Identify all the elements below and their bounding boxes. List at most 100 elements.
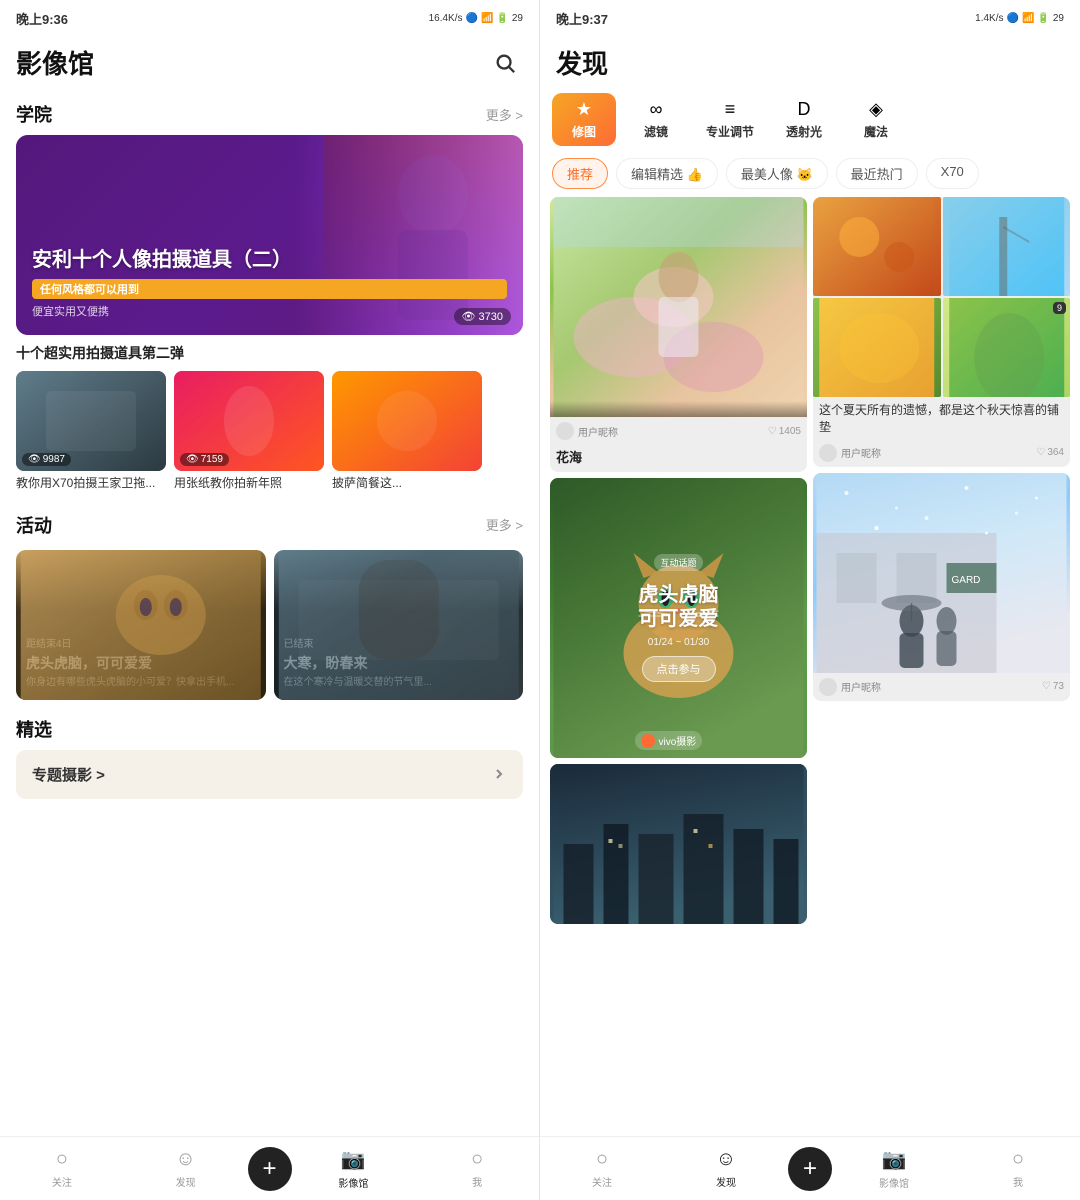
activity-section-header: 活动 更多 > <box>0 500 539 546</box>
activity-grid: 距结束4日 虎头虎脑，可可爱爱 你身边有哪些虎头虎脑的小可爱？快拿出手机... <box>0 546 539 708</box>
flower-username: 用户昵称 <box>578 424 618 439</box>
retouch-label: 修图 <box>572 123 596 140</box>
r-nav-add-button[interactable]: + <box>788 1147 832 1191</box>
filter-tag-recommend[interactable]: 推荐 <box>552 158 608 189</box>
academy-more-link[interactable]: 更多 > <box>486 105 523 124</box>
r-battery-level: 29 <box>1053 13 1064 24</box>
filter-tag-hot[interactable]: 最近热门 <box>836 158 918 189</box>
snow-like-count: 73 <box>1053 681 1064 692</box>
activity-more-link[interactable]: 更多 > <box>486 515 523 534</box>
nav-item-follow[interactable]: ○ 关注 <box>0 1148 124 1189</box>
video-thumb-1: 👁 9987 <box>16 371 166 471</box>
promo-tag: 互动话题 <box>654 554 702 571</box>
masonry-right-col: 9 这个夏天所有的遗憾，都是这个秋天惊喜的铺垫 用户昵称 ♡ 364 <box>813 197 1070 1128</box>
video-grid: 👁 9987 教你用X70拍摄王家卫拖... 👁 7159 <box>0 367 539 500</box>
r-battery-icon: 🔋 <box>1037 13 1049 24</box>
tool-tab-filter[interactable]: ∞ 滤镜 <box>624 93 688 146</box>
r-nav-item-gallery[interactable]: 📷 影像馆 <box>832 1147 956 1190</box>
r-wifi-icon: 📶 <box>1022 13 1034 24</box>
video-subtitle: 十个超实用拍摄道具第二弹 <box>0 335 539 367</box>
add-icon: + <box>262 1155 276 1183</box>
tool-tab-light[interactable]: D 透射光 <box>772 93 836 146</box>
masonry-item-dark-city[interactable] <box>550 764 807 924</box>
r-nav-item-me[interactable]: ○ 我 <box>956 1148 1080 1189</box>
selected-banner[interactable]: 专题摄影 > <box>16 750 523 799</box>
video-card-1[interactable]: 👁 9987 教你用X70拍摄王家卫拖... <box>16 371 166 492</box>
snow-likes: ♡ 73 <box>1042 681 1064 692</box>
video-card-2[interactable]: 👁 7159 用张纸教你拍新年照 <box>174 371 324 492</box>
discover-label: 发现 <box>176 1174 196 1189</box>
nav-add-button[interactable]: + <box>248 1147 292 1191</box>
masonry-item-cat-promo[interactable]: 互动话题 虎头虎脑可可爱爱 01/24 ~ 01/30 点击参与 vivo摄影 <box>550 478 807 758</box>
eye-icon-1: 👁 <box>28 454 41 465</box>
left-header: 影像馆 <box>0 36 539 89</box>
masonry-item-flower[interactable]: 用户昵称 ♡ 1405 花海 <box>550 197 807 472</box>
tool-tab-magic[interactable]: ◈ 魔法 <box>844 93 908 146</box>
video-label-3: 披萨简餐这... <box>332 475 482 492</box>
nav-item-me[interactable]: ○ 我 <box>415 1148 539 1189</box>
autumn-mosaic-image: 9 <box>813 197 1070 397</box>
heart-icon-snow: ♡ <box>1042 681 1051 692</box>
cat-promo-image: 互动话题 虎头虎脑可可爱爱 01/24 ~ 01/30 点击参与 vivo摄影 <box>550 478 807 758</box>
video-count-1: 👁 9987 <box>22 453 71 466</box>
r-bluetooth-icon: 🔵 <box>1007 13 1019 24</box>
search-button[interactable] <box>487 45 523 81</box>
academy-section-header: 学院 更多 > <box>0 89 539 135</box>
promo-content: 互动话题 虎头虎脑可可爱爱 01/24 ~ 01/30 点击参与 vivo摄影 <box>627 478 731 758</box>
masonry-item-snow[interactable]: GARD <box>813 473 1070 701</box>
promo-btn[interactable]: 点击参与 <box>642 656 716 682</box>
vivo-badge: vivo摄影 <box>635 731 703 750</box>
activity-card-1[interactable]: 距结束4日 虎头虎脑，可可爱爱 你身边有哪些虎头虎脑的小可爱？快拿出手机... <box>16 550 266 700</box>
left-scroll-content: 学院 更多 > 安利十个人像拍摄道具（二） 任何风格都可以用到 便宜实用又便携 … <box>0 89 539 1136</box>
selected-section: 精选 专题摄影 > <box>0 708 539 807</box>
autumn-text: 这个夏天所有的遗憾，都是这个秋天惊喜的铺垫 <box>813 397 1070 439</box>
discover-title: 发现 <box>556 44 608 81</box>
heart-icon-flower: ♡ <box>768 426 777 437</box>
me-label: 我 <box>472 1174 482 1189</box>
r-gallery-icon: 📷 <box>882 1147 907 1172</box>
follow-icon: ○ <box>56 1148 68 1171</box>
left-bottom-nav: ○ 关注 ☺ 发现 + 📷 影像馆 ○ 我 <box>0 1136 539 1200</box>
r-follow-icon: ○ <box>596 1148 608 1171</box>
filter-tag-editor[interactable]: 编辑精选 👍 <box>616 158 718 189</box>
filter-tag-portrait[interactable]: 最美人像 🐱 <box>726 158 828 189</box>
right-time: 晚上9:37 <box>556 9 608 28</box>
r-nav-item-follow[interactable]: ○ 关注 <box>540 1148 664 1189</box>
flower-overlay <box>550 401 807 417</box>
autumn-count-badge: 9 <box>1053 302 1066 314</box>
heart-icon-autumn: ♡ <box>1036 447 1045 458</box>
svg-text:GARD: GARD <box>952 575 981 586</box>
snow-user: 用户昵称 <box>819 678 881 696</box>
battery-icon: 🔋 <box>496 13 508 24</box>
hero-title: 安利十个人像拍摄道具（二） <box>32 247 507 273</box>
tool-tab-retouch[interactable]: ★ 修图 <box>552 93 616 146</box>
flower-user: 用户昵称 <box>556 422 618 440</box>
filter-tag-x70[interactable]: X70 <box>926 158 979 189</box>
masonry-item-autumn[interactable]: 9 这个夏天所有的遗憾，都是这个秋天惊喜的铺垫 用户昵称 ♡ 364 <box>813 197 1070 467</box>
vivo-text: vivo摄影 <box>659 733 697 748</box>
nav-item-gallery[interactable]: 📷 影像馆 <box>292 1147 416 1190</box>
r-nav-item-discover[interactable]: ☺ 发现 <box>664 1148 788 1189</box>
right-header: 发现 <box>540 36 1080 89</box>
activity-card-2[interactable]: 已结束 大寒，盼春来 在这个寒冷与温暖交替的节气里... <box>274 550 524 700</box>
flower-title: 花海 <box>550 445 807 472</box>
autumn-like-count: 364 <box>1047 447 1064 458</box>
autumn-img-1 <box>813 197 941 296</box>
video-label-2: 用张纸教你拍新年照 <box>174 475 324 492</box>
tool-tab-adjust[interactable]: ≡ 专业调节 <box>696 93 764 146</box>
left-panel: 晚上9:36 16.4K/s 🔵 📶 🔋 29 影像馆 学院 更多 > <box>0 0 540 1200</box>
selected-banner-text: 专题摄影 > <box>32 764 105 785</box>
gallery-label: 影像馆 <box>338 1175 368 1190</box>
video-card-3[interactable]: 披萨简餐这... <box>332 371 482 492</box>
filter-icon: ∞ <box>650 99 663 120</box>
hero-banner[interactable]: 安利十个人像拍摄道具（二） 任何风格都可以用到 便宜实用又便携 👁 3730 <box>16 135 523 335</box>
left-status-icons: 16.4K/s 🔵 📶 🔋 29 <box>429 13 523 24</box>
nav-item-discover[interactable]: ☺ 发现 <box>124 1148 248 1189</box>
masonry-grid: 用户昵称 ♡ 1405 花海 <box>540 197 1080 1136</box>
promo-date: 01/24 ~ 01/30 <box>648 637 709 648</box>
hero-view-count: 👁 3730 <box>454 308 511 325</box>
r-me-icon: ○ <box>1012 1148 1024 1171</box>
right-status-bar: 晚上9:37 1.4K/s 🔵 📶 🔋 29 <box>540 0 1080 36</box>
flower-like-count: 1405 <box>779 426 801 437</box>
dark-city-image <box>550 764 807 924</box>
